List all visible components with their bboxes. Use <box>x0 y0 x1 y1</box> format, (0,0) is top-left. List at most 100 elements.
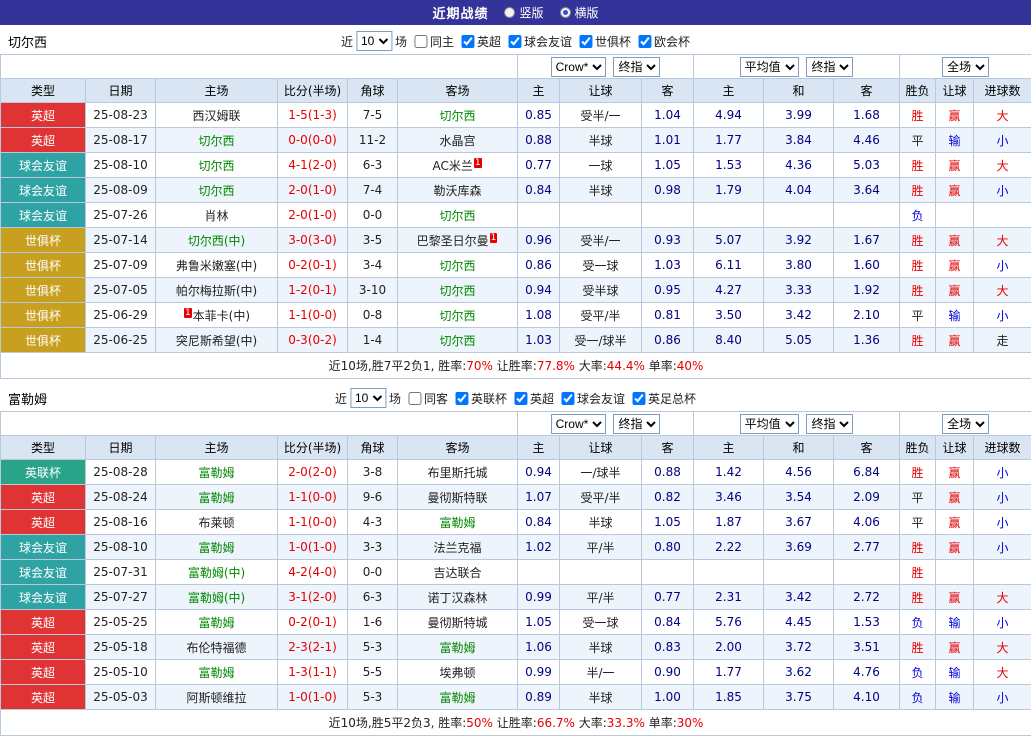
team-link[interactable]: 西汉姆联 <box>192 109 240 123</box>
filter-prefix: 近 <box>335 390 347 407</box>
team-link[interactable]: 吉达联合 <box>434 566 482 580</box>
score-cell[interactable]: 2-0(1-0) <box>278 203 348 228</box>
recent-count-select[interactable]: 10 <box>350 388 386 408</box>
team-link[interactable]: 阿斯顿维拉 <box>186 691 246 705</box>
filter-checkbox-英超[interactable]: 英超 <box>461 33 501 50</box>
team-link[interactable]: 布里斯托城 <box>428 466 488 480</box>
team-link[interactable]: 切尔西 <box>198 159 234 173</box>
score-cell[interactable]: 1-1(0-0) <box>278 303 348 328</box>
score-cell[interactable]: 1-0(1-0) <box>278 535 348 560</box>
team-link[interactable]: 切尔西 <box>440 209 476 223</box>
filter-checkbox-同主[interactable]: 同主 <box>414 33 454 50</box>
checkbox-input[interactable] <box>508 35 521 48</box>
checkbox-input[interactable] <box>461 35 474 48</box>
score-cell[interactable]: 1-0(1-0) <box>278 685 348 710</box>
filter-checkbox-世俱杯[interactable]: 世俱杯 <box>579 33 631 50</box>
team-link[interactable]: 富勒姆 <box>198 466 234 480</box>
filter-checkbox-欧会杯[interactable]: 欧会杯 <box>638 33 690 50</box>
asian-odds-stage-select[interactable]: 终指 <box>613 414 660 434</box>
euro-odds-stage-select[interactable]: 终指 <box>806 414 853 434</box>
team-link[interactable]: 富勒姆 <box>198 541 234 555</box>
filter-checkbox-英联杯[interactable]: 英联杯 <box>455 390 507 407</box>
team-link[interactable]: 曼彻斯特联 <box>428 491 488 505</box>
home-team-cell: 富勒姆 <box>156 485 278 510</box>
score-cell[interactable]: 3-1(2-0) <box>278 585 348 610</box>
team-link[interactable]: AC米兰 <box>432 159 472 173</box>
score-cell[interactable]: 2-0(1-0) <box>278 178 348 203</box>
checkbox-input[interactable] <box>579 35 592 48</box>
euro-odds-source-select[interactable]: 平均值 <box>740 414 799 434</box>
checkbox-label: 世俱杯 <box>595 33 631 50</box>
team-link[interactable]: 切尔西 <box>440 309 476 323</box>
score-cell[interactable]: 4-2(4-0) <box>278 560 348 585</box>
score-cell[interactable]: 0-2(0-1) <box>278 253 348 278</box>
team-link[interactable]: 富勒姆 <box>440 691 476 705</box>
score-cell[interactable]: 0-3(0-2) <box>278 328 348 353</box>
team-link[interactable]: 富勒姆(中) <box>188 591 245 605</box>
filter-checkbox-英超[interactable]: 英超 <box>514 390 554 407</box>
checkbox-input[interactable] <box>414 35 427 48</box>
team-link[interactable]: 肖林 <box>204 209 228 223</box>
score-cell[interactable]: 1-3(1-1) <box>278 660 348 685</box>
score-cell[interactable]: 4-1(2-0) <box>278 153 348 178</box>
team-link[interactable]: 切尔西 <box>440 284 476 298</box>
score-cell[interactable]: 1-2(0-1) <box>278 278 348 303</box>
team-link[interactable]: 曼彻斯特城 <box>428 616 488 630</box>
team-link[interactable]: 切尔西 <box>198 184 234 198</box>
score-cell[interactable]: 1-5(1-3) <box>278 103 348 128</box>
odds-selects-row: Crow* 终指 平均值 终指 全场 <box>1 412 1031 436</box>
team-link[interactable]: 巴黎圣日尔曼 <box>417 234 489 248</box>
summary-segment: 50% <box>466 716 493 730</box>
score-cell[interactable]: 3-0(3-0) <box>278 228 348 253</box>
score-cell[interactable]: 2-0(2-0) <box>278 460 348 485</box>
score-cell[interactable]: 1-1(0-0) <box>278 485 348 510</box>
filter-checkbox-同客[interactable]: 同客 <box>408 390 448 407</box>
asian-odds-stage-select[interactable]: 终指 <box>613 57 660 77</box>
euro-odds-stage-select[interactable]: 终指 <box>806 57 853 77</box>
team-link[interactable]: 诺丁汉森林 <box>428 591 488 605</box>
team-link[interactable]: 切尔西 <box>440 259 476 273</box>
team-link[interactable]: 切尔西 <box>440 109 476 123</box>
score-cell[interactable]: 0-0(0-0) <box>278 128 348 153</box>
checkbox-input[interactable] <box>514 392 527 405</box>
score-cell[interactable]: 2-3(2-1) <box>278 635 348 660</box>
euro-away-win-cell: 3.64 <box>834 178 900 203</box>
checkbox-input[interactable] <box>408 392 421 405</box>
team-link[interactable]: 富勒姆 <box>440 641 476 655</box>
team-link[interactable]: 富勒姆 <box>198 491 234 505</box>
team-link[interactable]: 本菲卡(中) <box>193 309 250 323</box>
layout-option-horizontal[interactable]: 横版 <box>560 4 599 21</box>
team-link[interactable]: 突尼斯希望(中) <box>176 334 257 348</box>
asian-odds-source-select[interactable]: Crow* <box>551 57 606 77</box>
team-link[interactable]: 切尔西 <box>440 334 476 348</box>
team-link[interactable]: 切尔西(中) <box>188 234 245 248</box>
team-link[interactable]: 勒沃库森 <box>434 184 482 198</box>
filter-checkbox-球会友谊[interactable]: 球会友谊 <box>508 33 572 50</box>
checkbox-input[interactable] <box>455 392 468 405</box>
checkbox-input[interactable] <box>638 35 651 48</box>
team-link[interactable]: 法兰克福 <box>434 541 482 555</box>
checkbox-input[interactable] <box>632 392 645 405</box>
recent-count-select[interactable]: 10 <box>356 31 392 51</box>
team-link[interactable]: 富勒姆 <box>198 666 234 680</box>
team-link[interactable]: 水晶宫 <box>440 134 476 148</box>
team-link[interactable]: 弗鲁米嫩塞(中) <box>176 259 257 273</box>
team-link[interactable]: 富勒姆 <box>198 616 234 630</box>
scope-select[interactable]: 全场 <box>942 414 989 434</box>
asian-odds-source-select[interactable]: Crow* <box>551 414 606 434</box>
score-cell[interactable]: 1-1(0-0) <box>278 510 348 535</box>
team-link[interactable]: 切尔西 <box>198 134 234 148</box>
team-link[interactable]: 帕尔梅拉斯(中) <box>176 284 257 298</box>
filter-checkbox-英足总杯[interactable]: 英足总杯 <box>632 390 696 407</box>
team-link[interactable]: 富勒姆(中) <box>188 566 245 580</box>
filter-checkbox-球会友谊[interactable]: 球会友谊 <box>561 390 625 407</box>
layout-option-vertical[interactable]: 竖版 <box>504 4 543 21</box>
team-link[interactable]: 布莱顿 <box>198 516 234 530</box>
team-link[interactable]: 布伦特福德 <box>186 641 246 655</box>
checkbox-input[interactable] <box>561 392 574 405</box>
team-link[interactable]: 富勒姆 <box>440 516 476 530</box>
score-cell[interactable]: 0-2(0-1) <box>278 610 348 635</box>
scope-select[interactable]: 全场 <box>942 57 989 77</box>
team-link[interactable]: 埃弗顿 <box>440 666 476 680</box>
euro-odds-source-select[interactable]: 平均值 <box>740 57 799 77</box>
